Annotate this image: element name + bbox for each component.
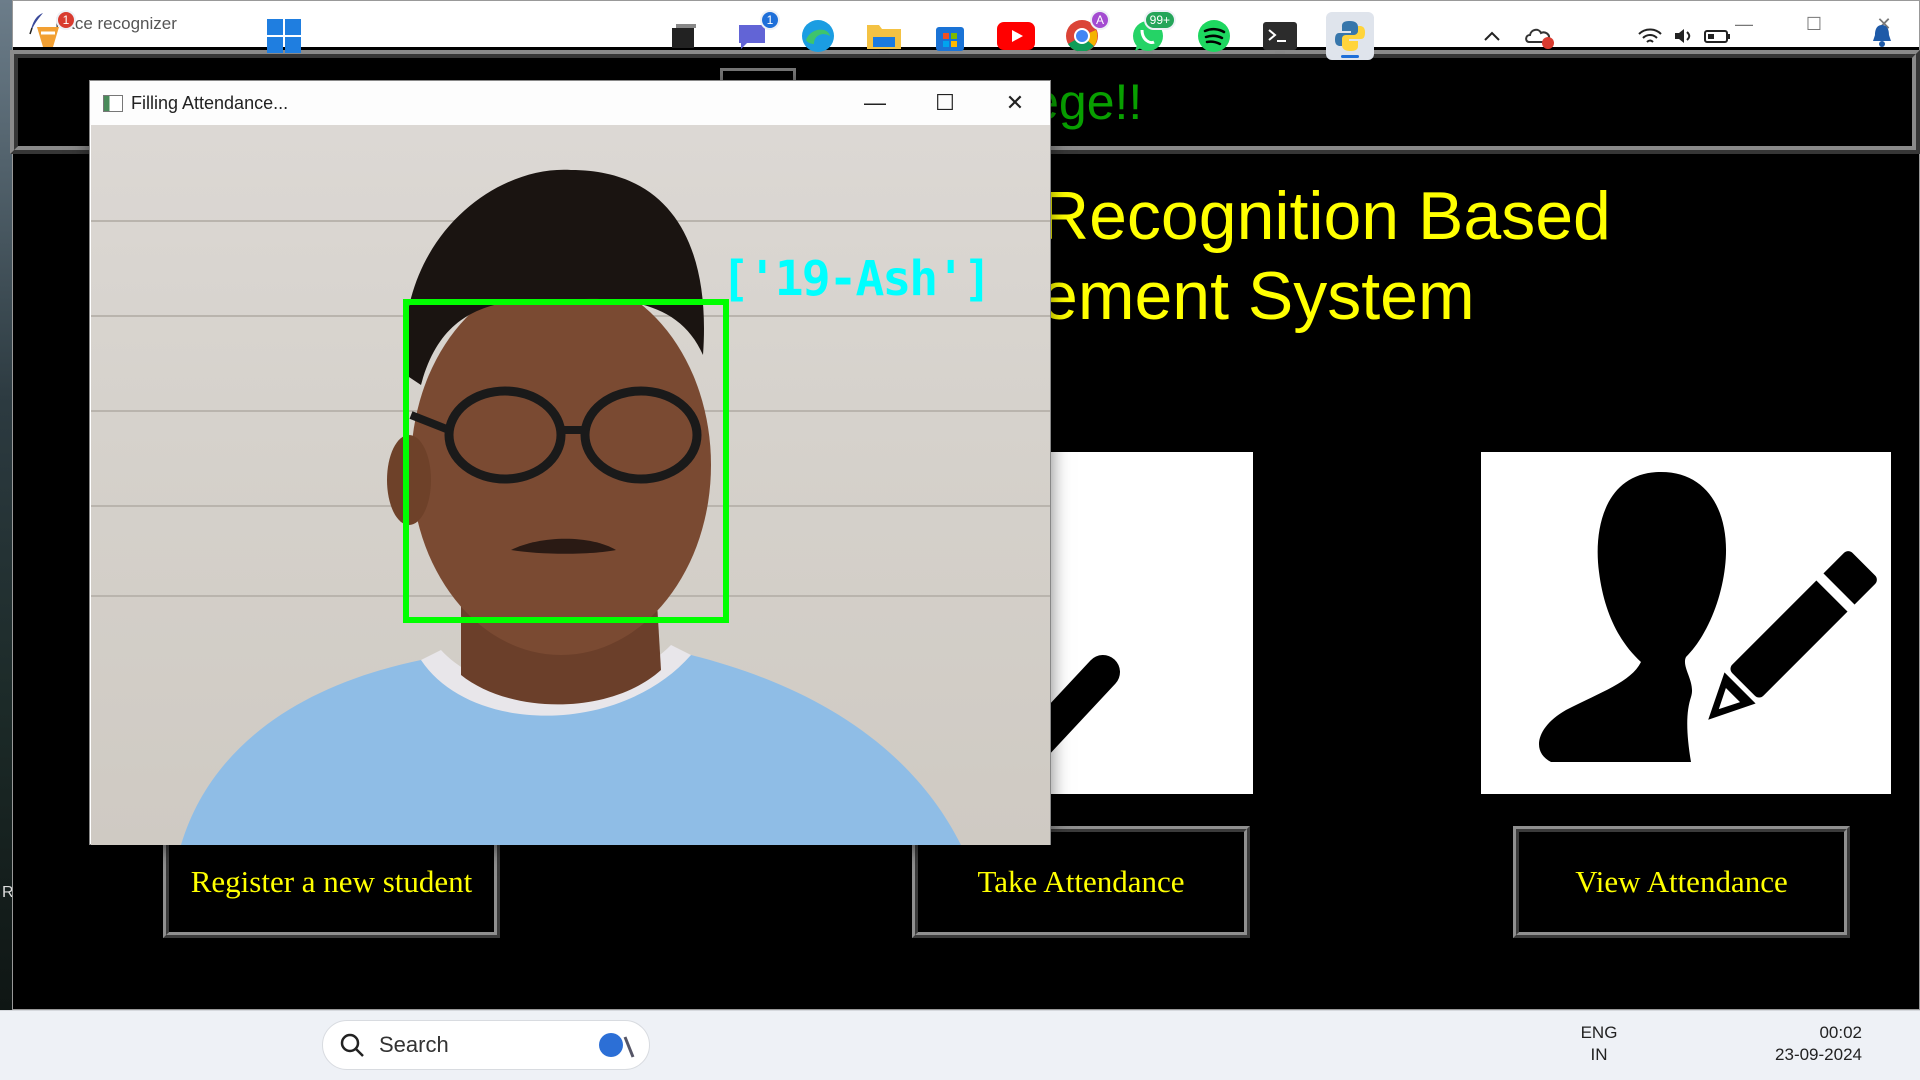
view-attendance-button[interactable]: View Attendance [1513,826,1850,938]
quick-settings-button[interactable] [1630,16,1740,56]
edge-icon [802,20,834,52]
spotify-button[interactable] [1194,16,1234,56]
camera-maximize-button[interactable]: ☐ [910,81,980,125]
spotify-icon [1198,20,1230,52]
main-maximize-button[interactable]: ☐ [1779,1,1849,47]
teams-button[interactable]: 1 [732,10,780,56]
search-highlight-icon [599,1033,635,1058]
app-window-icon [103,94,123,112]
camera-close-button[interactable]: ✕ [980,81,1050,125]
camera-minimize-button[interactable]: — [840,81,910,125]
clock-time: 00:02 [1819,1023,1862,1042]
bell-icon [1873,25,1891,47]
view-attendance-image [1481,452,1891,794]
camera-feed: ['19-Ash'] [91,125,1050,845]
language-indicator[interactable]: ENG IN [1574,1022,1624,1066]
user-edit-icon [1539,472,1877,762]
cloud-error-icon [1525,28,1554,49]
notifications-button[interactable] [1862,16,1902,56]
teams-badge: 1 [760,10,780,30]
clock-date: 23-09-2024 [1775,1045,1862,1064]
taskbar [0,1010,1920,1080]
language-line-2: IN [1590,1045,1608,1064]
youtube-button[interactable] [996,16,1036,56]
store-icon [936,27,964,51]
task-view-icon [672,24,696,48]
folder-icon [867,25,901,49]
python-icon [1335,21,1365,51]
chevron-up-icon [1484,31,1500,41]
search-placeholder: Search [379,1032,449,1057]
heading-line-2: ement System [1040,258,1475,334]
clock[interactable]: 00:02 23-09-2024 [1752,1022,1862,1066]
store-button[interactable] [930,16,970,56]
taskbar-search[interactable]: Search [322,1020,650,1070]
edge-button[interactable] [798,16,838,56]
recognized-name-label: ['19-Ash'] [721,251,992,307]
terminal-icon [1263,22,1297,50]
face-detection-box [403,299,729,623]
onedrive-status[interactable] [1520,16,1560,56]
windows-logo-icon [267,19,301,53]
camera-window-title: Filling Attendance... [131,92,289,113]
chrome-profile-badge: A [1089,10,1110,30]
python-button[interactable] [1326,12,1374,60]
youtube-icon [997,22,1035,50]
heading-line-1: Recognition Based [1040,178,1611,254]
widgets-badge: 1 [56,10,76,30]
whatsapp-button[interactable]: 99+ [1128,10,1176,56]
attendance-camera-window: Filling Attendance... — ☐ ✕ ['19-Ash'] [89,80,1051,845]
file-explorer-button[interactable] [864,16,904,56]
search-icon [340,1033,364,1057]
start-button[interactable] [264,16,304,56]
task-view-button[interactable] [664,16,704,56]
chrome-button[interactable]: A [1062,10,1110,56]
app-heading: Recognition Based ement System [1040,176,1611,336]
language-line-1: ENG [1580,1023,1618,1042]
terminal-button[interactable] [1260,16,1300,56]
show-hidden-icons-button[interactable] [1472,16,1512,56]
widgets-button[interactable]: 1 [28,10,76,56]
camera-window-title-bar[interactable]: Filling Attendance... — ☐ ✕ [90,81,1050,125]
whatsapp-badge: 99+ [1143,10,1176,30]
network-volume-battery-icons [1638,28,1730,43]
